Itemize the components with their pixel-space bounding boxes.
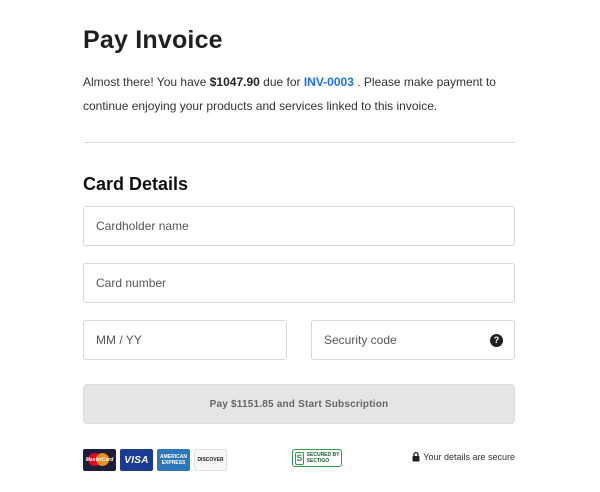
cardholder-name-input[interactable]: Cardholder name <box>83 206 515 246</box>
card-number-input[interactable]: Card number <box>83 263 515 303</box>
security-code-input[interactable]: Security code ? <box>311 320 515 360</box>
mastercard-icon: MasterCard <box>83 449 116 471</box>
divider <box>83 142 515 143</box>
card-details-title: Card Details <box>83 174 189 194</box>
amount-due: $1047.90 <box>209 75 260 89</box>
pay-button[interactable]: Pay $1151.85 and Start Subscription <box>83 384 515 424</box>
sectigo-badge: S SECURED BY SECTIGO <box>292 449 342 467</box>
intro-middle: due for <box>259 75 304 89</box>
cardholder-name-placeholder: Cardholder name <box>96 219 189 233</box>
discover-icon: DISCOVER <box>194 449 227 471</box>
secure-note: Your details are secure <box>412 452 515 462</box>
intro-text: Almost there! You have $1047.90 due for … <box>83 70 515 118</box>
amex-icon: AMERICAN EXPRESS <box>157 449 190 471</box>
content: Pay Invoice Almost there! You have $1047… <box>83 24 515 472</box>
page-title: Pay Invoice <box>83 26 223 54</box>
intro-prefix: Almost there! You have <box>83 75 210 89</box>
sectigo-shield-icon: S <box>295 451 304 465</box>
help-icon[interactable]: ? <box>490 334 503 347</box>
card-logos: MasterCard VISA AMERICAN EXPRESS DISCOVE… <box>83 449 227 471</box>
security-code-placeholder: Security code <box>324 333 397 347</box>
expiry-input[interactable]: MM / YY <box>83 320 287 360</box>
sectigo-badge-text: SECURED BY SECTIGO <box>306 452 340 464</box>
lock-icon <box>412 452 420 462</box>
pay-invoice-page: Pay Invoice Almost there! You have $1047… <box>0 0 600 492</box>
card-number-placeholder: Card number <box>96 276 167 290</box>
expiry-security-row: MM / YY Security code ? <box>83 320 515 360</box>
invoice-link[interactable]: INV-0003 <box>304 75 354 89</box>
payment-footer: MasterCard VISA AMERICAN EXPRESS DISCOVE… <box>83 448 515 472</box>
secure-text: Your details are secure <box>423 452 515 462</box>
expiry-placeholder: MM / YY <box>96 333 142 347</box>
visa-icon: VISA <box>120 449 153 471</box>
